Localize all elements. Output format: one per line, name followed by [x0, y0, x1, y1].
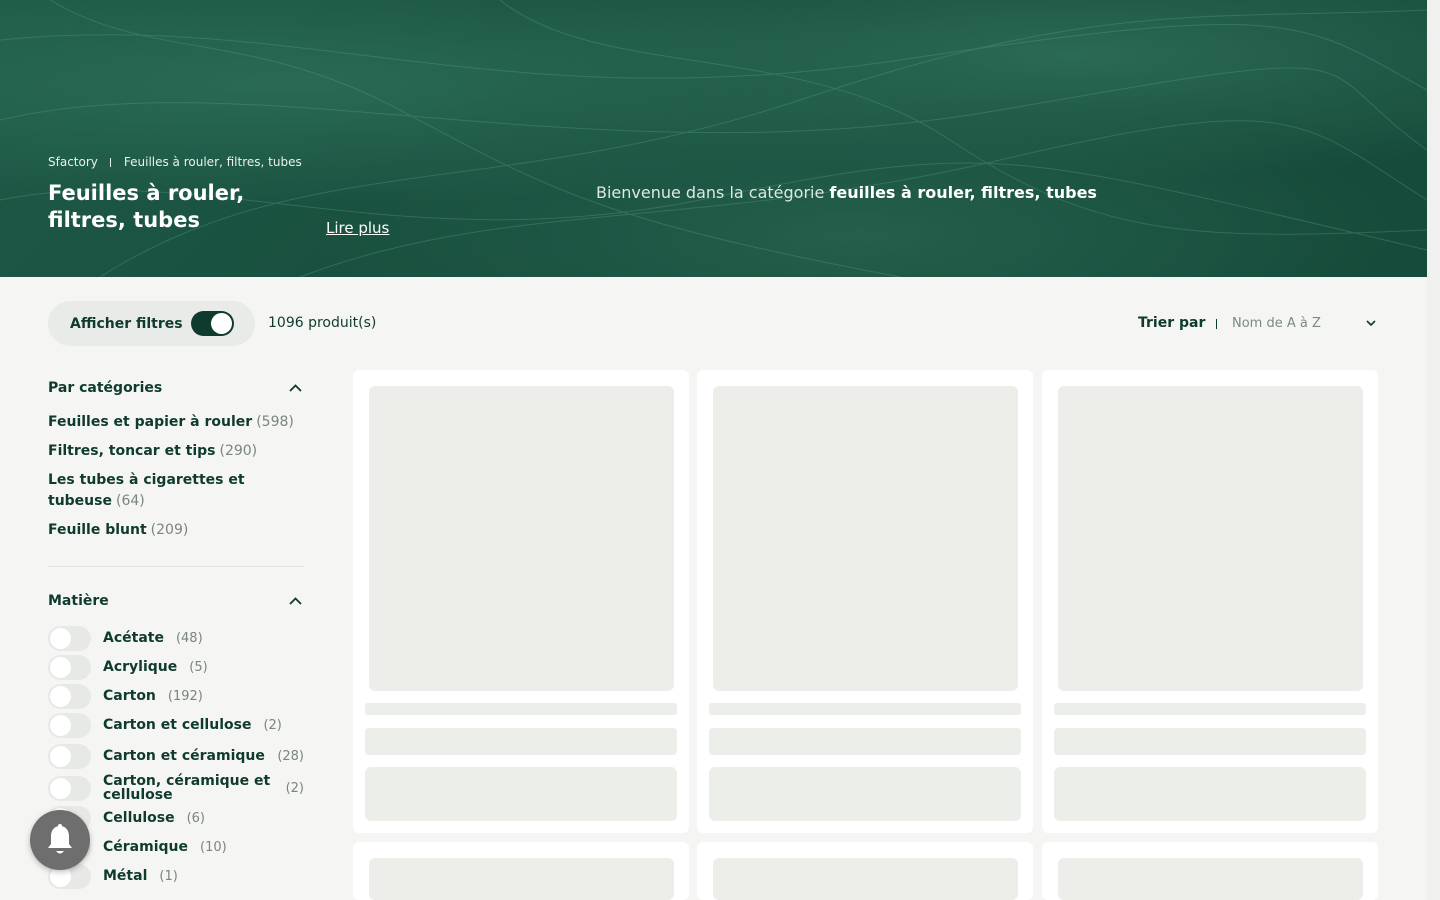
facet-categories-title[interactable]: Par catégories — [48, 380, 162, 396]
material-toggle[interactable] — [48, 712, 91, 738]
sort-label: Trier par — [1138, 315, 1206, 331]
material-toggle[interactable] — [48, 743, 91, 769]
material-label: Cellulose — [103, 810, 175, 826]
text-placeholder — [709, 728, 1021, 755]
switch-knob — [50, 627, 71, 649]
bell-icon — [48, 824, 72, 854]
material-count: (2) — [285, 780, 304, 796]
read-more-link[interactable]: Lire plus — [326, 219, 389, 237]
category-item[interactable]: Feuille blunt (209) — [48, 520, 308, 541]
switch-knob — [211, 313, 232, 334]
product-card-skeleton — [697, 842, 1033, 900]
category-item-count: (598) — [256, 414, 294, 430]
chevron-up-icon[interactable] — [287, 380, 304, 397]
material-toggle[interactable] — [48, 654, 91, 680]
material-label: Carton — [103, 688, 156, 704]
material-count: (10) — [200, 839, 227, 855]
facet-material-title[interactable]: Matière — [48, 593, 109, 609]
switch-knob — [50, 685, 71, 707]
category-item-count: (64) — [115, 493, 145, 509]
button-placeholder — [365, 767, 677, 821]
material-filter[interactable]: Carton, céramique et cellulose (2) — [48, 773, 304, 803]
sort-separator — [1216, 319, 1217, 329]
switch-knob — [50, 777, 71, 799]
material-label: Métal — [103, 868, 148, 884]
button-placeholder — [1054, 767, 1366, 821]
category-intro-prefix: Bienvenue dans la catégorie — [596, 183, 830, 202]
material-count: (48) — [175, 630, 203, 646]
material-toggle[interactable] — [48, 683, 91, 709]
category-item-label: Feuilles et papier à rouler — [48, 414, 253, 430]
material-label: Céramique — [103, 839, 188, 855]
breadcrumb-home[interactable]: Sfactory — [48, 155, 98, 169]
product-card-skeleton — [1042, 370, 1378, 833]
image-placeholder — [369, 386, 674, 691]
text-placeholder — [365, 728, 677, 755]
image-placeholder — [713, 858, 1018, 900]
product-card-skeleton — [1042, 842, 1378, 900]
material-label: Carton et cellulose — [103, 717, 252, 733]
category-intro-highlight: feuilles à rouler, filtres, tubes — [829, 183, 1097, 202]
breadcrumb-current: Feuilles à rouler, filtres, tubes — [123, 155, 302, 169]
material-label: Acétate — [103, 630, 164, 646]
material-label: Carton et céramique — [103, 748, 265, 764]
switch-knob — [50, 745, 71, 767]
product-card-skeleton — [353, 370, 689, 833]
image-placeholder — [713, 386, 1018, 691]
text-placeholder — [1054, 728, 1366, 755]
material-label: Carton, céramique et cellulose — [103, 773, 271, 803]
material-filter[interactable]: Métal (1) — [48, 863, 304, 889]
material-filter[interactable]: Acétate (48) — [48, 625, 304, 651]
category-item-label: Feuille blunt — [48, 522, 147, 538]
category-item[interactable]: Filtres, toncar et tips (290) — [48, 441, 308, 462]
text-placeholder — [1054, 703, 1366, 715]
material-count: (192) — [167, 688, 203, 704]
hero-background-texture — [0, 0, 1427, 277]
material-count: (1) — [159, 868, 178, 884]
image-placeholder — [369, 858, 674, 900]
chevron-up-icon[interactable] — [287, 593, 304, 610]
category-intro: Bienvenue dans la catégorie feuilles à r… — [596, 183, 1097, 202]
material-count: (5) — [189, 659, 208, 675]
material-label: Acrylique — [103, 659, 178, 675]
category-item[interactable]: Les tubes à cigarettes et tubeuse (64) — [48, 470, 268, 512]
category-item-label: Filtres, toncar et tips — [48, 443, 216, 459]
breadcrumb: Sfactory Feuilles à rouler, filtres, tub… — [48, 155, 302, 169]
switch-knob — [50, 656, 71, 678]
category-item-count: (209) — [150, 522, 189, 538]
material-filter[interactable]: Carton (192) — [48, 683, 304, 709]
material-count: (2) — [263, 717, 282, 733]
material-filter[interactable]: Acrylique (5) — [48, 654, 304, 680]
image-placeholder — [1058, 858, 1363, 900]
material-toggle[interactable] — [48, 775, 91, 801]
chevron-down-icon[interactable] — [1364, 316, 1378, 330]
material-count: (6) — [186, 810, 206, 826]
image-placeholder — [1058, 386, 1363, 691]
product-card-skeleton — [697, 370, 1033, 833]
category-hero: Sfactory Feuilles à rouler, filtres, tub… — [0, 0, 1427, 277]
page-scrollbar[interactable] — [1427, 0, 1440, 900]
text-placeholder — [365, 703, 677, 715]
filters-switch[interactable] — [191, 311, 234, 336]
category-item-count: (290) — [219, 443, 258, 459]
material-filter[interactable]: Carton et céramique (28) — [48, 743, 304, 769]
category-item-label: Les tubes à cigarettes et tubeuse — [48, 472, 245, 509]
show-filters-label: Afficher filtres — [70, 315, 183, 332]
breadcrumb-separator — [109, 157, 111, 167]
material-toggle[interactable] — [48, 625, 91, 651]
material-filter[interactable]: Carton et cellulose (2) — [48, 712, 304, 738]
product-card-skeleton — [353, 842, 689, 900]
show-filters-toggle[interactable]: Afficher filtres — [48, 301, 255, 346]
product-count: 1096 produit(s) — [268, 315, 377, 331]
button-placeholder — [709, 767, 1021, 821]
switch-knob — [50, 714, 71, 736]
facet-divider — [48, 566, 304, 567]
sort-select[interactable]: Nom de A à Z — [1232, 316, 1321, 331]
material-count: (28) — [277, 748, 304, 764]
text-placeholder — [709, 703, 1021, 715]
category-item[interactable]: Feuilles et papier à rouler (598) — [48, 412, 308, 433]
notification-button[interactable] — [30, 810, 90, 870]
page-title: Feuilles à rouler, filtres, tubes — [48, 181, 245, 232]
